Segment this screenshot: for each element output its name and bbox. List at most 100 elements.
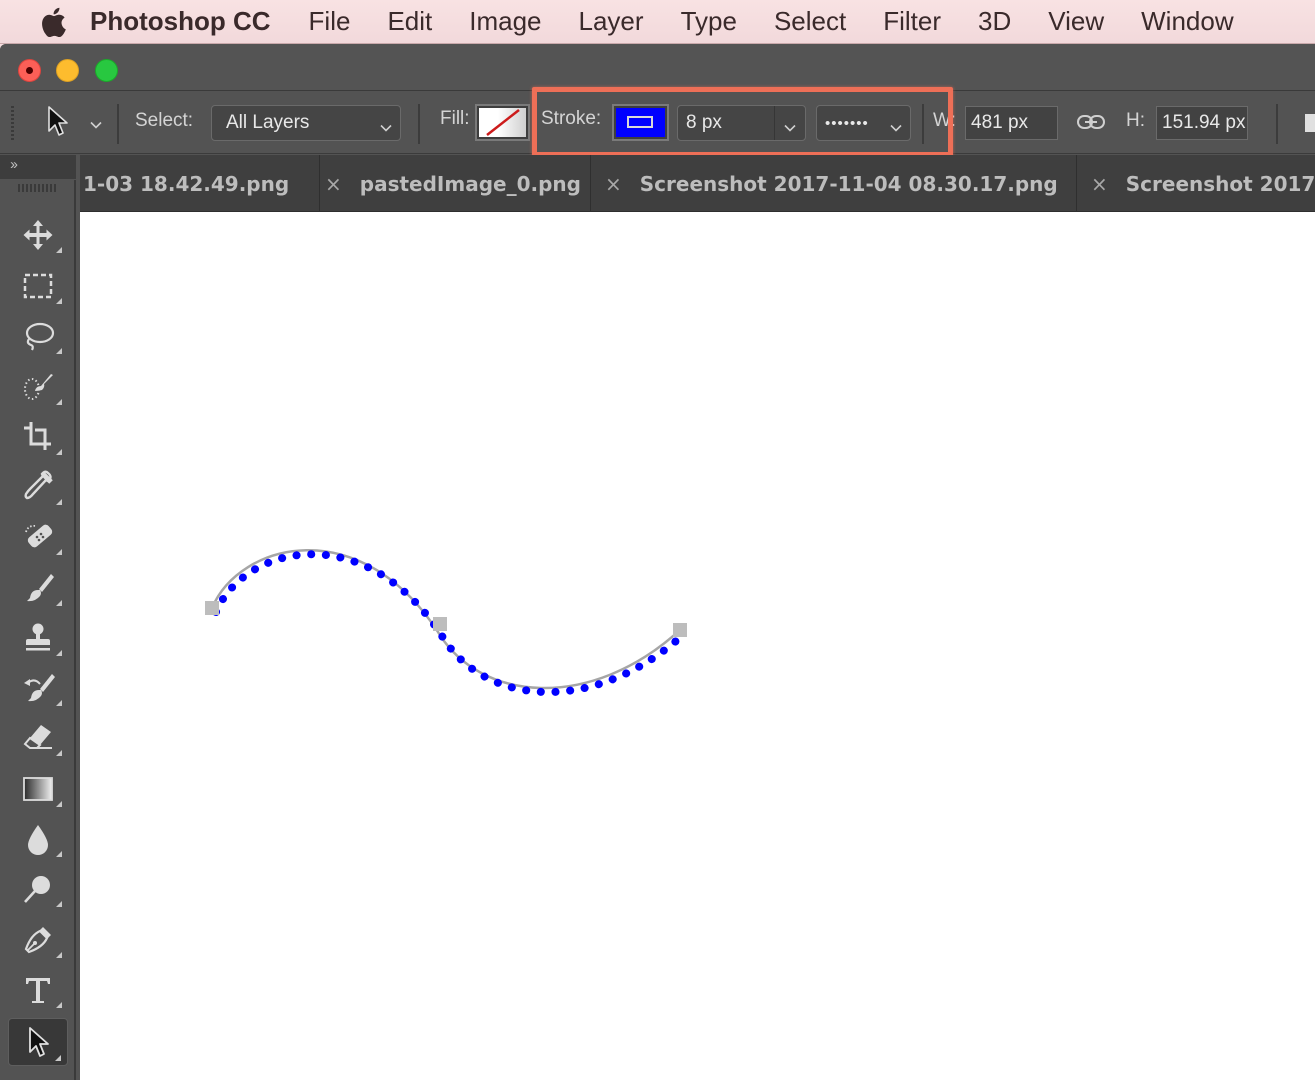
stroke-width-chevron-icon[interactable]	[784, 118, 796, 132]
history-brush-tool[interactable]	[8, 666, 68, 710]
menu-select[interactable]: Select	[774, 6, 846, 37]
submenu-indicator	[56, 851, 62, 857]
fill-swatch-button[interactable]	[475, 104, 530, 141]
collapse-toolbox-icon[interactable]: ››	[10, 156, 18, 173]
stroke-width-field[interactable]: 8 px	[677, 105, 806, 141]
anchor-point-start[interactable]	[205, 601, 219, 615]
menu-image[interactable]: Image	[469, 6, 541, 37]
macos-menu-bar: Photoshop CC File Edit Image Layer Type …	[0, 0, 1315, 44]
stroke-width-value: 8 px	[686, 112, 722, 133]
tab-title: 1-03 18.42.49.png	[83, 171, 290, 196]
document-canvas[interactable]	[80, 212, 1315, 1080]
blur-tool[interactable]	[8, 817, 68, 861]
eraser-tool[interactable]	[8, 716, 68, 760]
link-icon[interactable]	[1076, 112, 1106, 132]
width-label: W:	[933, 110, 956, 131]
move-tool[interactable]	[8, 213, 68, 257]
stroke-type-dropdown[interactable]: •••••••	[816, 105, 911, 141]
submenu-indicator	[56, 801, 62, 807]
tab-close-icon[interactable]: ×	[325, 172, 342, 196]
tab-close-icon[interactable]: ×	[1091, 172, 1108, 196]
type-tool[interactable]	[8, 968, 68, 1012]
document-tab[interactable]: × pastedImage_0.png	[320, 155, 591, 212]
pen-icon	[24, 927, 51, 954]
eyedropper-tool[interactable]	[8, 465, 68, 509]
window-maximize-button[interactable]	[95, 59, 118, 82]
submenu-indicator	[55, 1055, 61, 1061]
apple-logo-icon[interactable]	[38, 7, 68, 37]
crop-tool[interactable]	[8, 415, 68, 459]
divider	[774, 106, 775, 140]
stroke-label: Stroke:	[541, 108, 602, 129]
submenu-indicator	[56, 348, 62, 354]
bandage-icon	[25, 524, 53, 548]
eraser-icon	[23, 725, 52, 749]
canvas-drawing[interactable]	[80, 212, 1315, 1080]
drop-icon	[28, 825, 48, 855]
window-close-button[interactable]	[18, 59, 41, 82]
select-layers-dropdown[interactable]: All Layers	[211, 105, 401, 141]
anchor-point-middle[interactable]	[433, 617, 447, 631]
type-icon	[26, 978, 50, 1003]
toolbox-grip[interactable]	[18, 184, 56, 192]
gradient-icon	[23, 777, 53, 801]
window-minimize-button[interactable]	[56, 59, 79, 82]
path-operations-icon[interactable]	[1305, 114, 1315, 132]
height-input[interactable]: 151.94 px	[1156, 106, 1248, 140]
submenu-indicator	[56, 399, 62, 405]
menu-app-name[interactable]: Photoshop CC	[90, 6, 271, 37]
dodge-tool[interactable]	[8, 867, 68, 911]
quick-selection-icon	[24, 374, 53, 400]
tool-preset-chevron-icon[interactable]	[90, 118, 102, 130]
tab-close-icon[interactable]: ×	[605, 172, 622, 196]
dotted-stroke	[212, 550, 688, 696]
document-tab[interactable]: × Screenshot 2017-11-04 08.30.17.png	[591, 155, 1077, 212]
tab-title: Screenshot 2017-11-04 08.30.17.png	[639, 171, 1058, 196]
pen-tool[interactable]	[8, 918, 68, 962]
stroke-rect-icon	[627, 116, 653, 128]
path-selection-arrow-icon[interactable]	[44, 104, 74, 140]
chevron-down-icon	[890, 118, 902, 132]
document-tab[interactable]: 1-03 18.42.49.png	[80, 155, 320, 212]
lasso-tool[interactable]	[8, 314, 68, 358]
options-bar-grip[interactable]	[11, 106, 14, 140]
lasso-icon	[25, 322, 55, 351]
menu-window[interactable]: Window	[1141, 6, 1233, 37]
submenu-indicator	[56, 700, 62, 706]
menu-layer[interactable]: Layer	[579, 6, 644, 37]
menu-view[interactable]: View	[1048, 6, 1104, 37]
photoshop-window: Select: All Layers Fill: Stroke: 8 px ••…	[0, 44, 1315, 1080]
height-value: 151.94 px	[1162, 112, 1246, 133]
menu-3d[interactable]: 3D	[978, 6, 1011, 37]
gradient-tool[interactable]	[8, 767, 68, 811]
tab-title: Screenshot 2017-	[1125, 171, 1315, 196]
divider	[922, 104, 924, 144]
menu-type[interactable]: Type	[681, 6, 737, 37]
brush-tool[interactable]	[8, 566, 68, 610]
path-selection-tool[interactable]	[8, 1018, 68, 1066]
stroke-swatch-button[interactable]	[612, 104, 669, 141]
menu-filter[interactable]: Filter	[883, 6, 941, 37]
options-bar: Select: All Layers Fill: Stroke: 8 px ••…	[0, 92, 1315, 154]
submenu-indicator	[56, 549, 62, 555]
anchor-point-end[interactable]	[673, 623, 687, 637]
chevron-down-icon	[380, 118, 392, 132]
eyedropper-icon	[24, 470, 53, 500]
rectangular-marquee-tool[interactable]	[8, 264, 68, 308]
move-icon	[23, 220, 53, 250]
submenu-indicator	[56, 952, 62, 958]
menu-file[interactable]: File	[309, 6, 351, 37]
no-fill-icon	[479, 108, 526, 137]
submenu-indicator	[56, 750, 62, 756]
spot-healing-brush-tool[interactable]	[8, 515, 68, 559]
brush-icon	[27, 574, 54, 602]
quick-selection-tool[interactable]	[8, 365, 68, 409]
toolbox-header[interactable]: ››	[0, 155, 76, 179]
stamp-icon	[26, 623, 50, 651]
menu-edit[interactable]: Edit	[387, 6, 432, 37]
clone-stamp-tool[interactable]	[8, 616, 68, 660]
width-input[interactable]: 481 px	[965, 106, 1058, 140]
divider	[1276, 104, 1278, 144]
crop-icon	[24, 422, 51, 450]
document-tab[interactable]: × Screenshot 2017-	[1077, 155, 1315, 212]
